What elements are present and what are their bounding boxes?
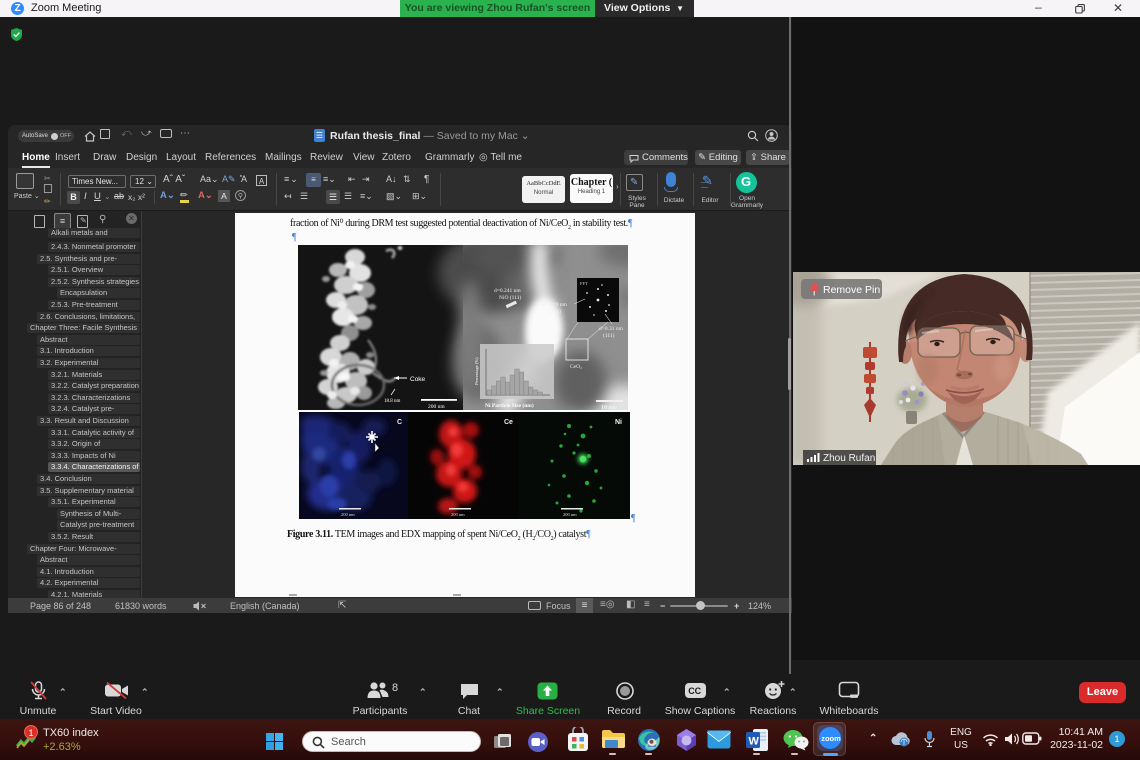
svg-text:Ni Particle Size (nm): Ni Particle Size (nm) xyxy=(485,402,534,409)
svg-text:CC: CC xyxy=(688,686,701,696)
svg-text:d=0.241 nm: d=0.241 nm xyxy=(494,288,521,294)
svg-text:(111): (111) xyxy=(603,332,615,339)
svg-text:Remove Pin: Remove Pin xyxy=(823,284,880,296)
svg-text:FFT: FFT xyxy=(580,281,588,286)
svg-text:NiO (111): NiO (111) xyxy=(499,294,522,301)
svg-text:(220): (220) xyxy=(549,308,561,315)
svg-text:d=0.31 nm: d=0.31 nm xyxy=(599,326,624,332)
svg-text:Ni: Ni xyxy=(615,419,622,426)
svg-text:10 nm: 10 nm xyxy=(601,405,617,410)
svg-text:CeO₂: CeO₂ xyxy=(570,364,582,370)
svg-text:zoom: zoom xyxy=(821,734,841,743)
svg-text:Zhou Rufan: Zhou Rufan xyxy=(823,453,875,464)
svg-text:200 nm: 200 nm xyxy=(563,512,577,517)
svg-text:d=0.19 nm: d=0.19 nm xyxy=(543,302,568,308)
svg-text:18.8 nm: 18.8 nm xyxy=(384,399,401,404)
svg-text:C: C xyxy=(397,419,402,426)
svg-text:W: W xyxy=(749,736,760,748)
svg-text:200 nm: 200 nm xyxy=(341,512,355,517)
svg-text:Ce: Ce xyxy=(504,419,513,426)
svg-text:200 nm: 200 nm xyxy=(451,512,465,517)
svg-text:200 nm: 200 nm xyxy=(428,404,445,410)
svg-text:Coke: Coke xyxy=(410,376,426,383)
svg-text:Percentage (%): Percentage (%) xyxy=(474,357,479,385)
